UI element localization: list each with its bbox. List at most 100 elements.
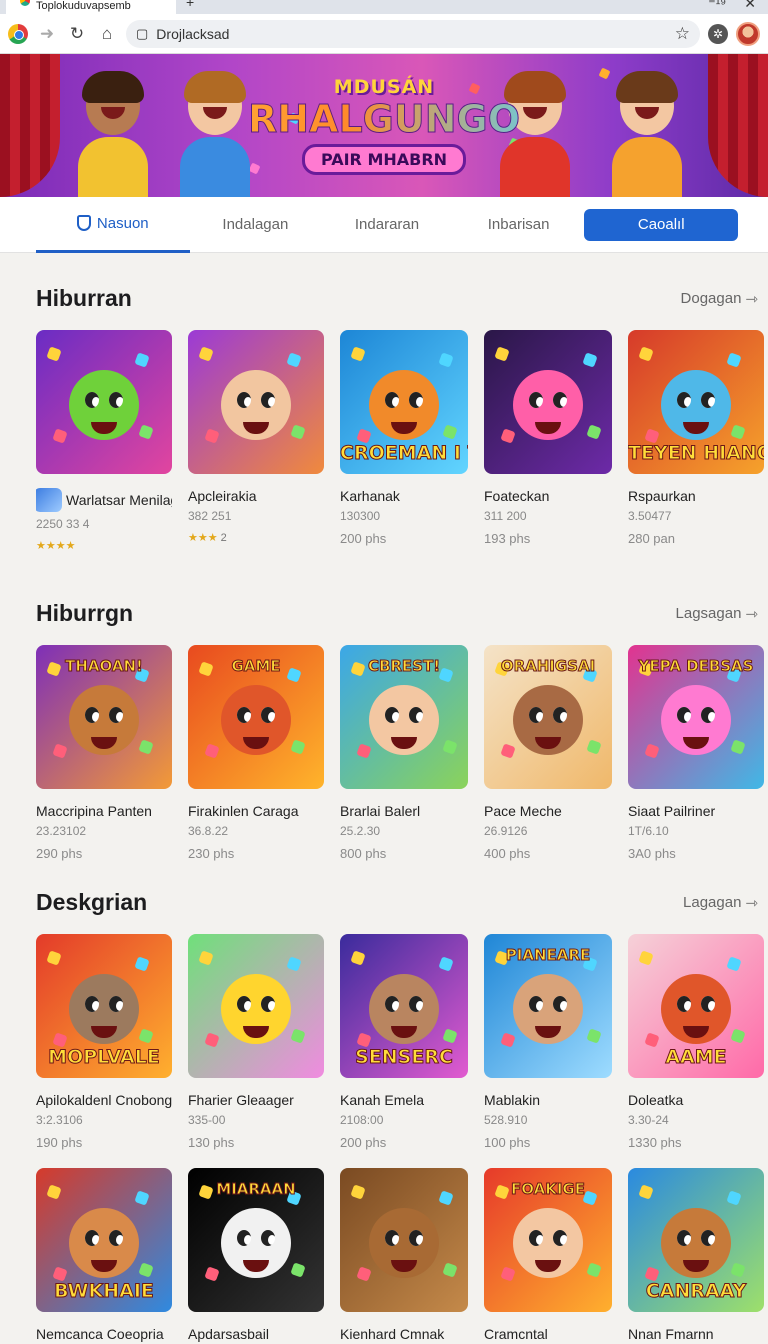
banner-title: MDUSÁN RHALGUNGO PAIR MHABRN — [0, 76, 768, 175]
tab-inbarisan[interactable]: Inbarisan — [453, 197, 585, 253]
game-card[interactable]: Kienhard Cmnak339 9280 pha — [340, 1168, 468, 1344]
game-meta: 26.9126 — [484, 824, 528, 838]
thumbnail-title: ORAHIGSAI — [500, 657, 596, 676]
see-more-link[interactable]: Lagsagan ⇾ — [676, 605, 758, 623]
game-card[interactable]: BWKHAIENemcanca Coeopria31.2271120 phs — [36, 1168, 172, 1344]
game-title-row: Nnan Fmarnn — [628, 1326, 764, 1342]
game-card[interactable]: CANRAAYNnan Fmarnn• 49.71230 phs — [628, 1168, 764, 1344]
game-thumbnail[interactable] — [188, 934, 324, 1078]
game-price: 1330 phs — [628, 1135, 682, 1150]
game-card[interactable]: Foateckan 311 200 193 phs — [484, 330, 612, 552]
browser-logo-icon[interactable] — [8, 23, 28, 44]
game-card[interactable]: MOPLVALE Apilokaldenl Cnobonge 3:2.3106 190… — [36, 934, 172, 1150]
forward-icon[interactable]: ➜ — [36, 23, 58, 45]
star-icon: ★★★★ — [36, 540, 76, 552]
confetti — [438, 352, 454, 368]
game-thumbnail[interactable]: MOPLVALE — [36, 934, 172, 1078]
game-thumbnail[interactable]: THAOAN! — [36, 645, 172, 789]
confetti — [134, 956, 150, 972]
game-title: Kienhard Cmnak — [340, 1326, 445, 1342]
game-thumbnail[interactable]: PIANEARE — [484, 934, 612, 1078]
confetti — [290, 1028, 306, 1044]
game-card[interactable]: FOAKIGECramcntal3126190290 phs — [484, 1168, 612, 1344]
game-thumbnail[interactable]: MIARAAN — [188, 1168, 324, 1312]
rating-stars: ★★★ 2 — [188, 531, 324, 544]
section-title: Hiburran — [36, 285, 132, 311]
game-card[interactable]: GAME Firakinlen Caraga 36.8.22 230 phs — [188, 645, 324, 861]
game-thumbnail[interactable]: GAME — [188, 645, 324, 789]
see-more-link[interactable]: Lagagan ⇾ — [683, 894, 758, 912]
game-thumbnail[interactable] — [340, 1168, 468, 1312]
confetti — [726, 1190, 742, 1206]
game-card[interactable]: THAOAN! Maccripina Panten 23.23102 290 phs — [36, 645, 172, 861]
game-card[interactable]: AAME Doleatka 3.30-24 1330 phs — [628, 934, 764, 1150]
game-thumbnail[interactable]: AAME — [628, 934, 764, 1078]
section-hiburrgn: Hiburrgn Lagsagan ⇾ THAOAN! Maccripina Pa… — [0, 600, 768, 861]
game-thumbnail[interactable]: ORAHIGSAI — [484, 645, 612, 789]
see-more-link[interactable]: Dogagan ⇾ — [681, 290, 758, 308]
window-minimize-button[interactable]: ⁼¹⁹ — [708, 0, 726, 12]
game-thumbnail[interactable]: CBREST! — [340, 645, 468, 789]
game-title: Kanah Emela — [340, 1092, 425, 1108]
url-text[interactable]: Drojlacksad — [156, 26, 666, 42]
reload-icon[interactable]: ↻ — [66, 23, 88, 45]
address-bar[interactable]: ▢ Drojlacksad ☆ — [126, 19, 700, 48]
profile-avatar[interactable] — [736, 21, 760, 46]
game-thumbnail[interactable]: TEYEN HIANOH — [628, 330, 764, 474]
browser-tab[interactable]: Toplokuduvapsemb — [6, 0, 176, 14]
banner-line3: PAIR MHABRN — [301, 144, 467, 175]
game-title: Cramcntal — [484, 1326, 548, 1342]
game-meta: 2108:00 — [340, 1113, 384, 1127]
game-thumbnail[interactable] — [36, 330, 172, 474]
game-card[interactable]: PIANEARE Mablakin 528.910 100 phs — [484, 934, 612, 1150]
game-thumbnail[interactable]: CANRAAY — [628, 1168, 764, 1312]
game-thumbnail[interactable]: FOAKIGE — [484, 1168, 612, 1312]
home-icon[interactable]: ⌂ — [96, 23, 118, 45]
game-meta: 335-00 — [188, 1113, 226, 1127]
game-title: Warlatsar Menilag — [66, 492, 172, 508]
game-card[interactable]: Apcleirakia 382 251 ★★★ 2 — [188, 330, 324, 552]
game-card[interactable]: YEPA DEBSAS Siaat Pailriner 1T/6.10 3A0 phs — [628, 645, 764, 861]
card-row: THAOAN! Maccripina Panten 23.23102 290 phs G… — [36, 645, 768, 861]
game-card[interactable]: CBREST! Brarlai Balerl 25.2.30 800 phs — [340, 645, 468, 861]
window-close-button[interactable]: ✕ — [744, 0, 756, 12]
game-thumbnail[interactable]: BWKHAIE — [36, 1168, 172, 1312]
tab-indalagan[interactable]: Indalagan — [190, 197, 322, 253]
game-thumbnail[interactable] — [188, 330, 324, 474]
thumbnail-title: GAME — [231, 657, 281, 676]
game-thumbnail[interactable]: YEPA DEBSAS — [628, 645, 764, 789]
page-info-icon[interactable]: ▢ — [136, 26, 148, 42]
game-thumbnail[interactable] — [484, 330, 612, 474]
game-price: 400 phs — [484, 846, 531, 861]
game-price: 280 pan — [628, 531, 675, 546]
primary-action-button[interactable]: Caoalıl — [584, 208, 738, 241]
game-title: Siaat Pailriner — [628, 803, 716, 819]
game-card[interactable]: Warlatsar Menilag 2250 33 4 ★★★★ — [36, 330, 172, 552]
game-card[interactable]: SENSERC Kanah Emela 2108:00 200 phs — [340, 934, 468, 1150]
game-price: 800 phs — [340, 846, 387, 861]
game-title: Brarlai Balerl — [340, 803, 421, 819]
game-thumbnail[interactable]: CROEMAN I TAEDUNS — [340, 330, 468, 474]
confetti — [46, 346, 62, 362]
game-thumbnail[interactable]: SENSERC — [340, 934, 468, 1078]
game-title: Rspaurkan — [628, 488, 696, 504]
tab-indararan[interactable]: Indararan — [321, 197, 453, 253]
bookmark-star-icon[interactable]: ☆ — [675, 24, 690, 44]
section-title: Deskgrian — [36, 889, 148, 915]
game-card[interactable]: MIARAANApdarsasbail337193230 phn — [188, 1168, 324, 1344]
game-title-row: Apdarsasbail — [188, 1326, 324, 1342]
section-hiburran: Hiburran Dogagan ⇾ Warlatsar Menilag 2250… — [0, 285, 768, 552]
confetti — [726, 956, 742, 972]
confetti — [204, 428, 220, 444]
game-card[interactable]: Fharier Gleaager 335-00 130 phs — [188, 934, 324, 1150]
new-tab-button[interactable]: + — [186, 0, 194, 10]
game-card[interactable]: ORAHIGSAI Pace Meche 26.9126 400 phs — [484, 645, 612, 861]
tab-nasuon[interactable]: Nasuon — [36, 197, 190, 253]
game-card[interactable]: CROEMAN I TAEDUNS Karhanak 130300 200 phs — [340, 330, 468, 552]
confetti — [730, 739, 746, 755]
extension-icon[interactable]: ✲ — [708, 23, 728, 44]
game-card[interactable]: TEYEN HIANOH Rspaurkan 3.50477 280 pan — [628, 330, 764, 552]
game-title: Doleatka — [628, 1092, 684, 1108]
hero-banner[interactable]: MDUSÁN RHALGUNGO PAIR MHABRN — [0, 54, 768, 197]
game-title-row: Cramcntal — [484, 1326, 612, 1342]
